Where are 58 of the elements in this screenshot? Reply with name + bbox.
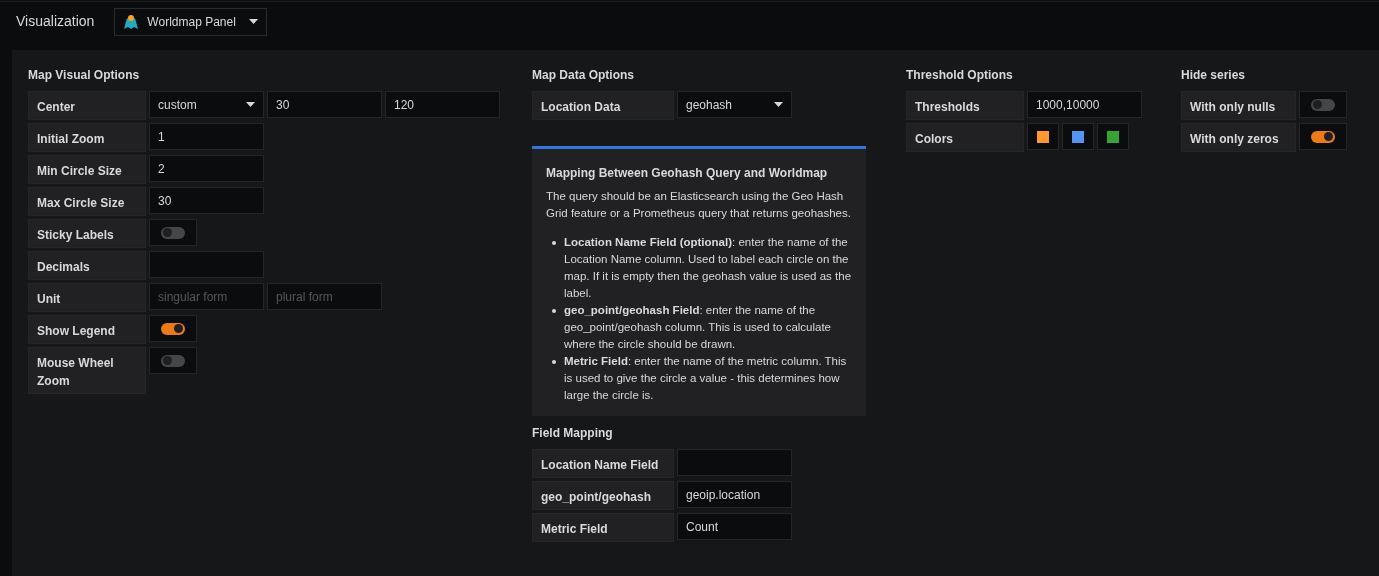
input-field[interactable]: plural form <box>267 283 382 310</box>
caret-icon <box>774 102 783 107</box>
section-title: Map Visual Options <box>28 67 141 84</box>
input-field[interactable]: singular form <box>149 283 264 310</box>
select-field[interactable]: geohash <box>677 91 792 118</box>
help-text: The query should be an Elasticsearch using the Geo Hash Grid feature or a Prometheus query that returns geohashes. <box>546 189 852 221</box>
field-label: Location Name Field <box>532 449 674 478</box>
field-label: geo_point/geohash <box>532 481 674 510</box>
field-label: Show Legend <box>28 315 146 344</box>
select-field[interactable]: custom <box>149 91 264 118</box>
field-label: Mouse Wheel Zoom <box>28 347 146 394</box>
field-label: Unit <box>28 283 146 312</box>
section-title: Threshold Options <box>906 67 1014 84</box>
help-bullet-text: Metric Field: enter the name of the metric column. This is used to give the circle a value - this determines how large the circle is. <box>564 354 848 403</box>
toggle-switch[interactable] <box>1311 130 1335 143</box>
section-title: Map Data Options <box>532 67 635 84</box>
field-label: Location Data <box>532 91 674 120</box>
help-bullet-text: geo_point/geohash Field: enter the name of the geo_point/geohash column. This is used to calculate where the circle should be drawn. <box>564 303 832 352</box>
input-field[interactable]: 1 <box>149 123 264 150</box>
toggle-switch[interactable] <box>1311 98 1335 111</box>
field-label: Thresholds <box>906 91 1024 120</box>
input-field[interactable]: 1000,10000 <box>1027 91 1142 118</box>
field-label: With only zeros <box>1181 123 1296 152</box>
color-swatch[interactable] <box>1107 130 1119 143</box>
field-label: Sticky Labels <box>28 219 146 248</box>
field-label: Max Circle Size <box>28 187 146 216</box>
field-label: Decimals <box>28 251 146 280</box>
input-field[interactable]: 30 <box>267 91 382 118</box>
field-label: Metric Field <box>532 513 674 542</box>
input-field[interactable]: 120 <box>385 91 500 118</box>
help-title: Mapping Between Geohash Query and Worldmap <box>546 165 829 182</box>
field-label: Center <box>28 91 146 120</box>
caret-icon <box>249 19 259 24</box>
toggle-switch[interactable] <box>161 354 185 367</box>
field-label: Initial Zoom <box>28 123 146 152</box>
input-field[interactable] <box>677 449 792 476</box>
toggle-switch[interactable] <box>161 226 185 239</box>
panel-select[interactable]: Worldmap Panel <box>114 7 268 36</box>
color-swatch[interactable] <box>1072 130 1084 143</box>
page-title: Visualization <box>16 12 95 31</box>
section-title: Field Mapping <box>532 425 614 442</box>
input-field[interactable]: Count <box>677 513 792 540</box>
input-field[interactable] <box>149 251 264 278</box>
map-pin-icon <box>123 13 140 30</box>
color-swatch[interactable] <box>1037 130 1049 143</box>
toggle-switch[interactable] <box>161 322 185 335</box>
field-label: With only nulls <box>1181 91 1296 120</box>
field-label: Min Circle Size <box>28 155 146 184</box>
input-field[interactable]: 30 <box>149 187 264 214</box>
field-label: Colors <box>906 123 1024 152</box>
input-field[interactable]: 2 <box>149 155 264 182</box>
bullet-icon <box>552 241 556 245</box>
bullet-icon <box>552 360 556 364</box>
bullet-icon <box>552 309 556 313</box>
help-bullet-text: Location Name Field (optional): enter the name of the Location Name column. Used to label each circle on the map. If it is empty then the geohash value is used as the label. <box>564 235 852 301</box>
input-field[interactable]: geoip.location <box>677 481 792 508</box>
caret-icon <box>246 102 255 107</box>
section-title: Hide series <box>1181 67 1247 84</box>
